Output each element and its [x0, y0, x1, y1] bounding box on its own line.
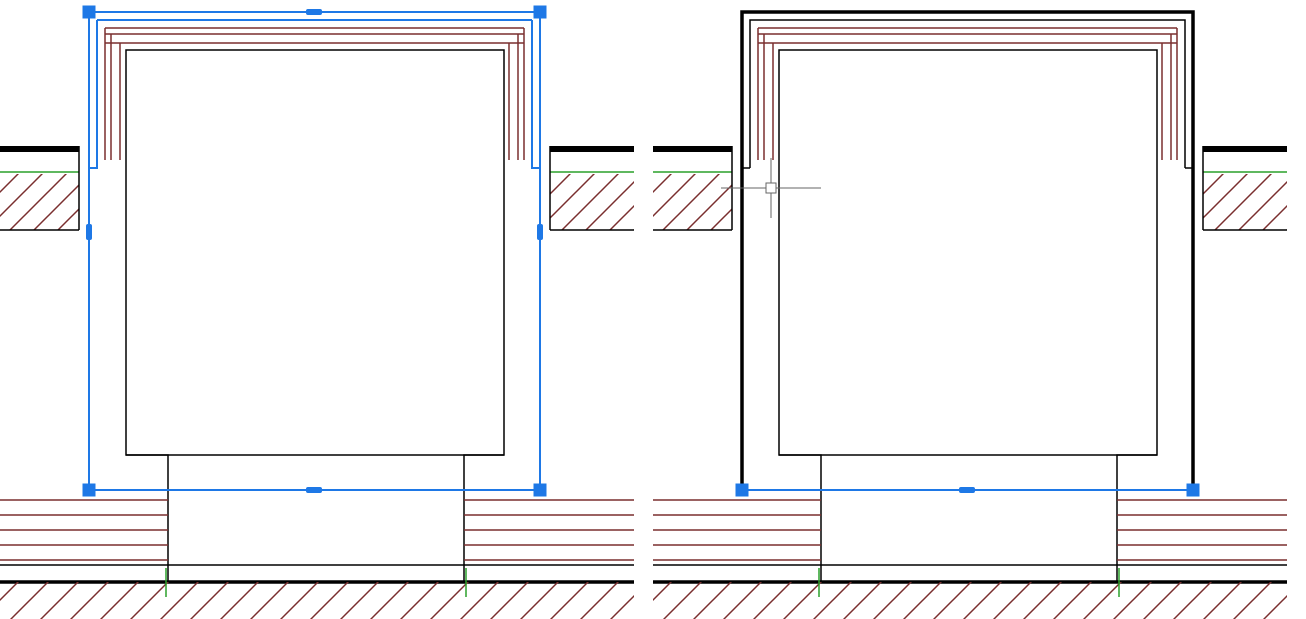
selection-outline-full[interactable] — [89, 12, 540, 490]
handle-mid-right-icon — [537, 224, 543, 240]
selection-handles[interactable] — [83, 6, 546, 496]
window-frame-geometry — [105, 28, 524, 490]
window-frame-geometry — [742, 12, 1193, 490]
stub-wall-right — [1203, 146, 1287, 230]
handle-top-left-icon — [83, 6, 95, 18]
handle-bottom-left-icon — [83, 484, 95, 496]
stub-wall-left — [0, 146, 79, 230]
handle-bottom-left-icon — [736, 484, 748, 496]
handle-mid-left-icon — [86, 224, 92, 240]
siding-right — [1117, 500, 1287, 560]
cursor-crosshair-icon — [721, 158, 821, 218]
panel-right[interactable] — [653, 0, 1306, 619]
panel-left[interactable] — [0, 0, 653, 619]
handle-mid-bottom-icon — [959, 487, 975, 493]
stub-wall-left — [653, 146, 732, 230]
floor-assembly — [653, 490, 1287, 619]
cad-comparison-canvas — [0, 0, 1306, 619]
siding-left — [0, 500, 168, 560]
siding-right — [464, 500, 634, 560]
handle-mid-top-icon — [306, 9, 322, 15]
floor-assembly — [0, 490, 634, 619]
handle-bottom-right-icon — [1187, 484, 1199, 496]
handle-top-right-icon — [534, 6, 546, 18]
siding-left — [653, 500, 821, 560]
handle-bottom-right-icon — [534, 484, 546, 496]
handle-mid-bottom-icon — [306, 487, 322, 493]
stub-wall-right — [550, 146, 634, 230]
